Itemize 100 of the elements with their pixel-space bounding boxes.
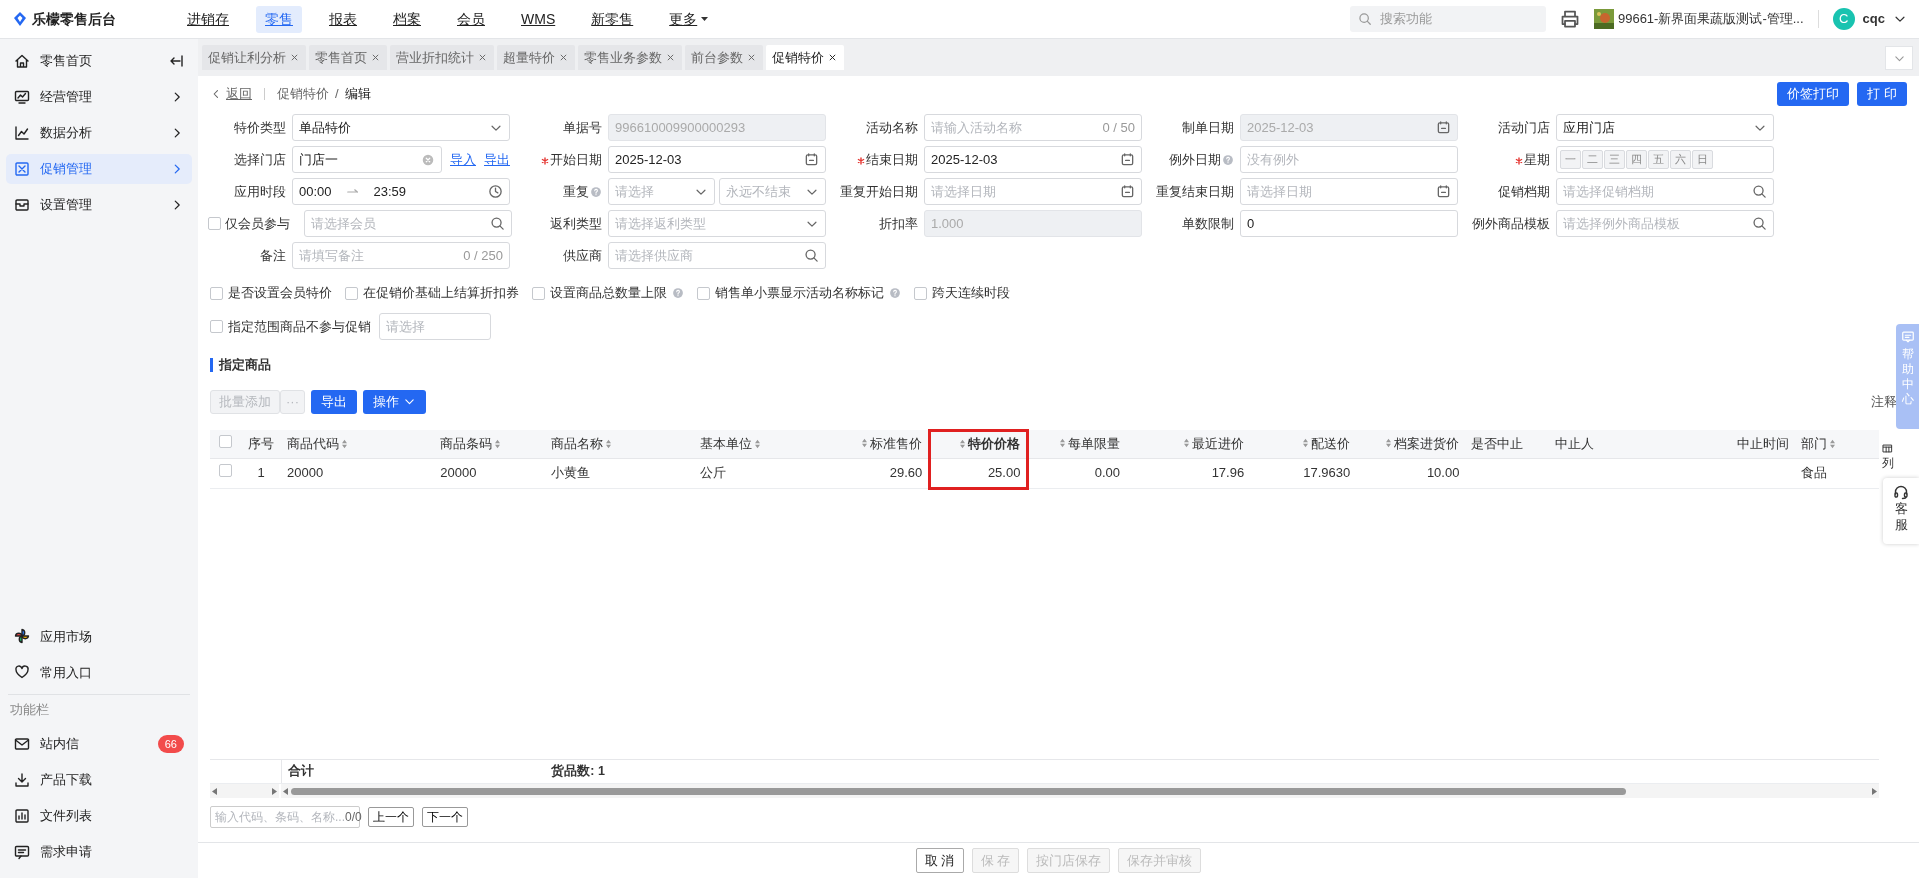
user-name[interactable]: cqc [1862,9,1885,29]
weekday-toggle[interactable]: 三 [1604,150,1625,169]
sidebar-item[interactable]: 零售首页 [6,46,192,76]
sidebar-item[interactable]: 应用市场 [6,621,192,652]
select-field[interactable]: 单品特价 [292,114,510,141]
column-header[interactable]: 最近进价 [1126,430,1251,458]
time-range-field[interactable]: 00:00 23:59 [292,178,510,205]
scroll-left-icon[interactable] [283,787,288,795]
nav-link[interactable]: 新零售 [582,5,643,33]
nav-link[interactable]: 会员 [448,5,494,33]
sidebar-item[interactable]: 产品下载 [6,765,192,795]
required-icon [857,156,865,165]
select-field[interactable]: 门店一 [292,146,442,173]
link[interactable]: 导出 [484,149,510,170]
sidebar-item[interactable]: 文件列表 [6,801,192,831]
sort-icon [959,439,967,450]
nav-link[interactable]: 进销存 [178,5,238,33]
scroll-right-icon[interactable] [1872,787,1877,795]
customer-service-tab[interactable]: 客服 [1883,478,1919,544]
cancel-button[interactable]: 取 消 [915,848,964,873]
checkbox[interactable] [697,286,710,300]
checkbox-box[interactable] [208,217,221,230]
nav-link[interactable]: 档案 [384,5,430,33]
column-header[interactable]: 序号 [241,430,282,458]
tab[interactable]: 零售业务参数 [578,45,682,70]
scroll-right-icon[interactable] [272,787,277,795]
weekday-toggle[interactable]: 一 [1560,150,1581,169]
table-cell: 1 [241,458,282,488]
column-header[interactable]: 中止人 [1548,430,1644,458]
checkbox[interactable] [532,286,545,300]
next-button[interactable]: 下一个 [422,807,468,827]
link[interactable]: 导入 [450,149,476,170]
scroll-left-icon[interactable] [212,787,217,795]
column-header[interactable]: 商品条码 [434,430,546,458]
sidebar-item[interactable]: 经营管理 [6,82,192,112]
download-icon [14,772,30,788]
tabs-menu-button[interactable] [1885,46,1913,70]
checkbox[interactable]: 仅会员参与 [208,213,294,234]
table-cell: 29.60 [801,458,930,488]
select-field[interactable]: 应用门店 [1556,114,1774,141]
store-name[interactable]: 99661-新界面果蔬版测试-管理... [1617,9,1804,29]
column-header[interactable]: 每单限量 [1027,430,1127,458]
column-header[interactable]: 标准售价 [801,430,930,458]
tab[interactable]: 零售首页 [309,45,387,70]
nav-link[interactable]: WMS [512,5,565,33]
section-title: 指定商品 [210,358,271,372]
print-button[interactable]: 价签打印 [1777,82,1850,106]
field-label: 重复开始日期 [840,182,918,201]
column-header[interactable]: 基本单位 [693,430,802,458]
column-header[interactable]: 特价价格 [929,430,1028,458]
tab[interactable]: 前台参数 [685,45,763,70]
column-header[interactable]: 中止时间 [1643,430,1795,458]
table-cell: 17.96 [1126,458,1251,488]
nav-link[interactable]: 更多 [660,5,718,33]
input-field[interactable]: 0 [1240,210,1458,237]
date-field[interactable]: 2025-12-03 [608,146,826,173]
print-button[interactable]: 打 印 [1857,82,1907,106]
dropdown-button[interactable]: 操作 [363,389,426,414]
checkbox[interactable] [345,286,358,300]
checkbox[interactable] [219,435,232,448]
field-label: 重复 [563,182,589,201]
sidebar-item[interactable]: 设置管理 [6,190,192,220]
tab[interactable]: 营业折扣统计 [390,45,494,70]
required-icon [1515,156,1523,165]
scrollbar[interactable] [281,784,1879,798]
sidebar-item[interactable]: 常用入口 [6,657,192,688]
previous-button[interactable]: 上一个 [368,807,414,827]
field-label: 选择门店 [234,150,286,169]
sort-icon [494,438,502,449]
column-header[interactable]: 商品名称 [545,430,694,458]
scrollbar[interactable] [210,784,279,798]
column-header[interactable]: 配送价 [1250,430,1357,458]
column-header[interactable]: 是否中止 [1465,430,1549,458]
checkbox[interactable] [914,286,927,300]
sidebar-item[interactable]: 需求申请 [6,837,192,867]
column-header[interactable]: 档案进货价 [1356,430,1466,458]
clock-icon [488,184,503,199]
breadcrumb-link[interactable]: 促销特价 [277,84,329,104]
sidebar-item[interactable]: 促销管理 [6,154,192,184]
clear-icon [421,152,435,167]
tab[interactable]: 促销让利分析 [202,45,306,70]
sidebar-item[interactable]: 站内信 66 [6,729,192,759]
nav-link[interactable]: 零售 [256,5,302,33]
sidebar-item[interactable]: 数据分析 [6,118,192,148]
date-field[interactable]: 2025-12-03 [924,146,1142,173]
export-button[interactable]: 导出 [311,389,357,414]
column-header[interactable]: 部门 [1794,430,1879,458]
weekday-picker[interactable]: 一 二 三 四 五 六 日 [1556,146,1774,173]
tab[interactable]: 促销特价 [766,45,844,70]
find-field[interactable]: 输入代码、条码、名称...0/0 [210,806,360,828]
placeholder: 请选择促销档期 [1563,182,1654,201]
checkbox[interactable] [219,464,232,478]
column-header[interactable]: 商品代码 [281,430,435,458]
back-link[interactable]: 返回 [210,84,252,104]
checkbox[interactable] [210,320,223,333]
checkbox-label: 仅会员参与 [225,214,290,233]
tab[interactable]: 超量特价 [497,45,575,70]
nav-link[interactable]: 报表 [320,5,366,33]
checkbox[interactable] [210,286,223,300]
field-label: 活动门店 [1498,118,1550,137]
